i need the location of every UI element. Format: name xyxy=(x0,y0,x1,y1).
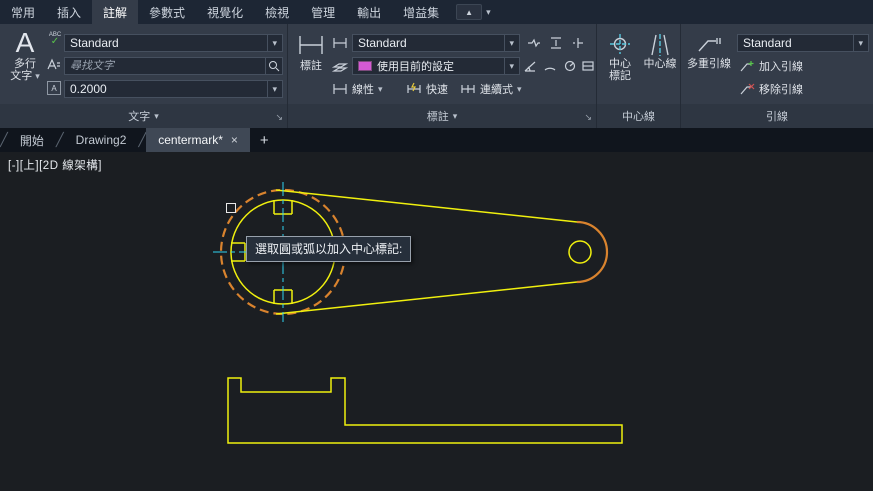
dim-layer-combo[interactable]: 使用目前的設定 ▾ xyxy=(352,57,520,75)
chevron-down-icon: ▾ xyxy=(517,83,522,94)
panel-label-text[interactable]: 文字 ▾ ↘ xyxy=(0,104,287,128)
close-icon[interactable]: × xyxy=(231,133,238,147)
panel-label-centerline[interactable]: 中心線 xyxy=(597,104,680,128)
drawing-canvas[interactable]: [-][上][2D 線架構] 選取圓或弧以加入中心標記: xyxy=(0,152,873,491)
ribbon-display-button[interactable]: ▲ xyxy=(456,4,483,20)
text-height-combo[interactable]: 0.2000 ▾ xyxy=(64,80,283,98)
file-tab-start[interactable]: 開始 xyxy=(8,128,56,152)
centerline-icon xyxy=(651,34,669,56)
quick-dim-button[interactable]: 快速 xyxy=(406,80,448,98)
ribbon-tab-addins[interactable]: 增益集 xyxy=(392,0,450,24)
chevron-down-icon: ▾ xyxy=(378,83,383,94)
ribbon-tab-view[interactable]: 檢視 xyxy=(254,0,300,24)
find-text-field xyxy=(64,57,283,75)
panel-label-leader[interactable]: 引線 xyxy=(681,104,873,128)
centerline-button[interactable]: 中心線 xyxy=(641,32,679,70)
file-tab-centermark[interactable]: centermark* × xyxy=(146,128,250,152)
find-text-input[interactable] xyxy=(64,57,265,75)
panel-launcher-icon[interactable]: ↘ xyxy=(275,112,283,123)
dim-radius-icon[interactable] xyxy=(562,58,578,74)
spell-check-icon[interactable]: ABC ✓ xyxy=(46,32,64,50)
dim-update-icon[interactable] xyxy=(570,35,586,51)
linear-dim-button[interactable]: 線性 ▾ xyxy=(332,80,383,98)
viewport-controls[interactable]: [-][上][2D 線架構] xyxy=(8,157,102,173)
search-icon xyxy=(269,61,280,72)
collapse-icon: ▲ xyxy=(465,7,474,17)
chevron-down-icon[interactable]: ▾ xyxy=(504,35,514,51)
pickbox-cursor xyxy=(226,203,236,213)
multileader-icon xyxy=(698,38,721,52)
dim-style-icon xyxy=(332,35,348,51)
center-mark-icon xyxy=(610,34,630,54)
file-tab-bar: ╱ 開始 ╱ Drawing2 ╱ centermark* × + xyxy=(0,128,873,152)
continue-dim-button[interactable]: 連續式 ▾ xyxy=(460,80,522,98)
ribbon-tab-manage[interactable]: 管理 xyxy=(300,0,346,24)
color-swatch xyxy=(358,61,372,71)
mtext-icon: A xyxy=(15,27,35,58)
annotative-text-icon[interactable]: A xyxy=(46,80,62,96)
ribbon-display-caret-icon[interactable]: ▾ xyxy=(486,7,491,18)
layers-icon xyxy=(332,58,348,74)
add-leader-button[interactable]: 加入引線 xyxy=(739,57,803,75)
remove-leader-button[interactable]: 移除引線 xyxy=(739,80,803,98)
tab-separator: ╱ xyxy=(0,132,8,147)
dim-style-combo[interactable]: Standard ▾ xyxy=(352,34,520,52)
ribbon-tab-annotate[interactable]: 註解 xyxy=(92,0,139,24)
mleader-style-combo[interactable]: Standard ▾ xyxy=(737,34,869,52)
file-tab-drawing2[interactable]: Drawing2 xyxy=(64,128,139,152)
dim-angular-icon[interactable] xyxy=(522,58,538,74)
panel-centerline: 中心 標記 中心線 中心線 xyxy=(597,24,681,128)
mtext-label-1: 多行 xyxy=(14,58,36,70)
tab-separator: ╱ xyxy=(55,132,64,147)
tab-separator: ╱ xyxy=(138,132,147,147)
section-profile[interactable] xyxy=(227,377,623,444)
panel-leader: 多重引線 Standard ▾ 加入引線 移除引線 引線 xyxy=(681,24,873,128)
multileader-button[interactable]: 多重引線 xyxy=(685,32,733,70)
ribbon-tab-insert[interactable]: 插入 xyxy=(46,0,92,24)
chevron-down-icon[interactable]: ▾ xyxy=(504,58,514,74)
panel-expand-icon: ▾ xyxy=(154,110,159,121)
ribbon-tab-visualize[interactable]: 視覺化 xyxy=(196,0,254,24)
mtext-label-2: 文字 xyxy=(10,70,33,82)
chevron-down-icon[interactable]: ▾ xyxy=(267,35,277,51)
dim-baseline-icon[interactable] xyxy=(580,58,596,74)
ribbon-tab-output[interactable]: 輸出 xyxy=(346,0,392,24)
ribbon-tab-parametric[interactable]: 參數式 xyxy=(138,0,196,24)
panel-expand-icon: ▾ xyxy=(452,110,458,121)
dim-arc-icon[interactable] xyxy=(542,58,558,74)
dim-adjust-space-icon[interactable] xyxy=(548,35,564,51)
ribbon-tab-home[interactable]: 常用 xyxy=(0,0,46,24)
mtext-caret-icon: ▾ xyxy=(35,71,40,81)
find-text-button[interactable] xyxy=(265,57,283,75)
panel-label-dimension[interactable]: 標註 ▾ ↘ xyxy=(288,104,596,128)
chevron-down-icon[interactable]: ▾ xyxy=(267,81,277,97)
panel-text: A 多行 文字 ▾ ABC ✓ A Standard ▾ 0.2000 ▾ xyxy=(0,24,288,128)
panel-launcher-icon[interactable]: ↘ xyxy=(584,112,592,123)
tooltip: 選取圓或弧以加入中心標記: xyxy=(246,236,412,262)
ribbon-tab-bar: 常用 插入 註解 參數式 視覺化 檢視 管理 輸出 增益集 ▲ ▾ xyxy=(0,0,873,24)
end-hole-circle[interactable] xyxy=(568,240,592,264)
dimension-button[interactable]: 標註 xyxy=(292,32,330,72)
chevron-down-icon[interactable]: ▾ xyxy=(853,35,863,51)
new-drawing-tab-button[interactable]: + xyxy=(250,128,279,152)
dimension-icon xyxy=(299,36,323,54)
find-replace-icon[interactable] xyxy=(46,57,62,73)
panel-dimension: 標註 Standard ▾ 使用目前的設定 ▾ 線性 ▾ 快速 連續式 ▾ 標註… xyxy=(288,24,597,128)
center-mark-button[interactable]: 中心 標記 xyxy=(601,32,639,82)
mtext-button[interactable]: A 多行 文字 ▾ xyxy=(6,27,44,83)
end-cap-arc[interactable] xyxy=(576,220,609,284)
ribbon: A 多行 文字 ▾ ABC ✓ A Standard ▾ 0.2000 ▾ xyxy=(0,24,873,128)
dim-break-icon[interactable] xyxy=(526,35,542,51)
text-style-combo[interactable]: Standard ▾ xyxy=(64,34,283,52)
